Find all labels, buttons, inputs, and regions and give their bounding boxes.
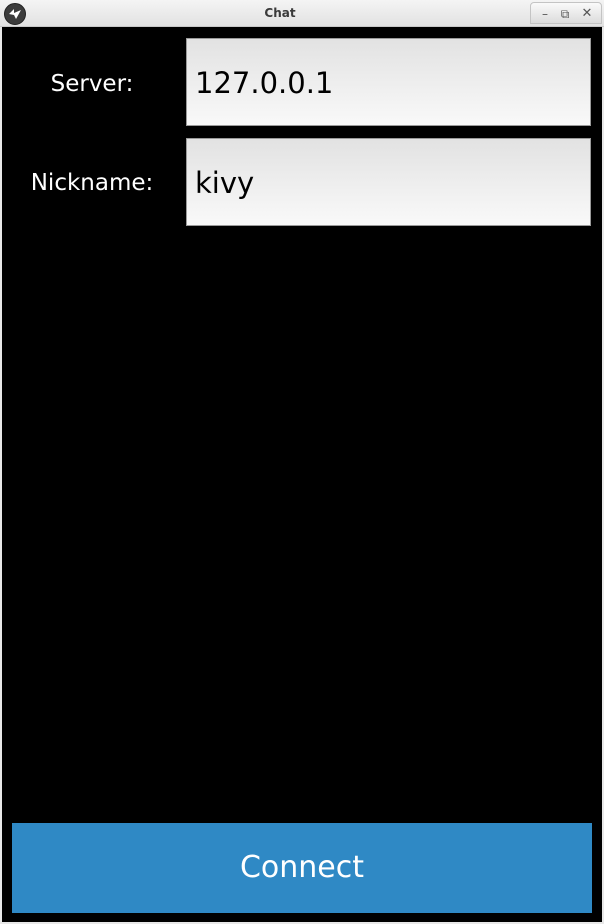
- restore-icon[interactable]: ⧉: [557, 6, 573, 22]
- nickname-input[interactable]: kivy: [186, 138, 591, 226]
- app-window: Chat – ⧉ ✕ Server: 127.0.0.1 Nickname: k…: [0, 0, 604, 924]
- close-icon[interactable]: ✕: [579, 6, 595, 22]
- connect-button[interactable]: Connect: [12, 823, 592, 913]
- server-input[interactable]: 127.0.0.1: [186, 38, 591, 126]
- title-bar[interactable]: Chat – ⧉ ✕: [0, 0, 604, 27]
- window-controls: – ⧉ ✕: [530, 2, 602, 24]
- window-title: Chat: [264, 6, 296, 20]
- nickname-label: Nickname:: [30, 170, 154, 196]
- minimize-icon[interactable]: –: [537, 6, 553, 22]
- chat-login-form: Server: 127.0.0.1 Nickname: kivy Connect: [2, 27, 602, 922]
- server-label: Server:: [50, 71, 134, 97]
